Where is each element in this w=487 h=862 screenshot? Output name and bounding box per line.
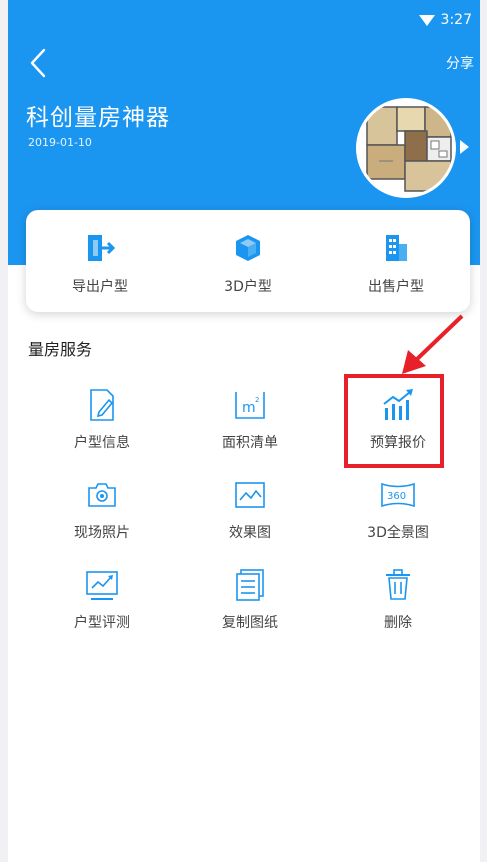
svg-text:360: 360: [387, 491, 406, 502]
service-label: 3D全景图: [367, 525, 429, 541]
date-label: 2019-01-10: [28, 136, 92, 149]
quick-actions-card: 导出户型 3D户型 出售户型: [26, 210, 470, 312]
floor-plan-thumbnail[interactable]: [356, 98, 456, 198]
square-meter-icon: m 2: [235, 392, 265, 419]
copy-document-icon: [236, 569, 264, 601]
svg-text:m: m: [242, 400, 256, 416]
service-item-renderings[interactable]: 效果图: [176, 466, 324, 556]
panorama-360-icon: 360: [381, 482, 415, 508]
service-item-3d-panorama[interactable]: 360 3D全景图: [324, 466, 472, 556]
floor-plan-image: [359, 101, 453, 195]
service-item-floorplan-review[interactable]: 户型评测: [28, 556, 176, 646]
service-item-copy-drawing[interactable]: 复制图纸: [176, 556, 324, 646]
building-icon: [386, 235, 407, 261]
edit-document-icon: [90, 389, 114, 421]
export-floorplan-button[interactable]: 导出户型: [26, 210, 174, 312]
svg-text:2: 2: [255, 396, 259, 404]
sell-floorplan-label: 出售户型: [368, 279, 424, 295]
service-label: 面积清单: [222, 435, 278, 451]
service-label: 户型信息: [74, 435, 130, 451]
page-title: 科创量房神器: [26, 105, 170, 131]
service-item-floorplan-info[interactable]: 户型信息: [28, 376, 176, 466]
service-label: 户型评测: [74, 615, 130, 631]
service-label: 复制图纸: [222, 615, 278, 631]
sell-floorplan-button[interactable]: 出售户型: [322, 210, 470, 312]
back-arrow-icon[interactable]: [24, 46, 54, 80]
export-floorplan-label: 导出户型: [72, 279, 128, 295]
floorplan-3d-button[interactable]: 3D户型: [174, 210, 322, 312]
highlight-box: [344, 374, 444, 468]
annotation-arrow: [402, 314, 464, 374]
play-arrow-icon[interactable]: [460, 140, 469, 154]
app-screen: 3:27 分享 科创量房神器 2019-01-10 导出户型 3D户型 出售户型…: [8, 0, 480, 862]
service-label: 效果图: [229, 525, 271, 541]
export-icon: [88, 235, 116, 261]
section-title: 量房服务: [28, 340, 93, 359]
status-bar: 3:27: [418, 12, 472, 28]
trash-icon: [386, 569, 410, 600]
floorplan-3d-label: 3D户型: [224, 279, 272, 295]
service-item-delete[interactable]: 删除: [324, 556, 472, 646]
camera-icon: [88, 483, 116, 507]
wifi-icon: [418, 14, 435, 26]
service-label: 现场照片: [74, 525, 130, 541]
service-label: 删除: [384, 615, 412, 631]
share-button[interactable]: 分享: [446, 53, 474, 73]
cube-3d-icon: [236, 235, 260, 261]
chart-monitor-icon: [86, 571, 118, 600]
service-item-area-list[interactable]: m 2 面积清单: [176, 376, 324, 466]
picture-icon: [235, 482, 265, 508]
service-item-site-photos[interactable]: 现场照片: [28, 466, 176, 556]
status-time: 3:27: [440, 12, 472, 28]
